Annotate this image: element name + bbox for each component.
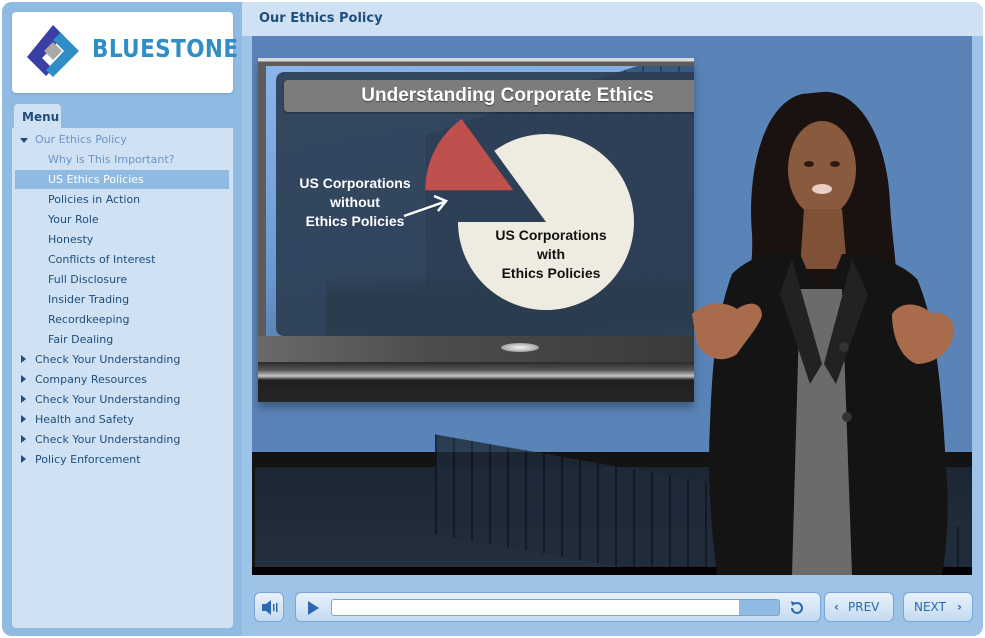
play-icon[interactable] — [308, 601, 319, 615]
prev-button[interactable]: ‹ PREV — [824, 592, 894, 622]
volume-button[interactable] — [254, 592, 284, 622]
caret-right-icon[interactable] — [21, 435, 26, 443]
pie-label-with: US Corporations with Ethics Policies — [476, 226, 626, 283]
video-player[interactable]: Understanding Corporate Ethics US Corpor… — [252, 36, 972, 575]
tv-stand — [258, 362, 694, 402]
logo: BLUESTONE — [12, 12, 238, 93]
sidebar-item-label: Health and Safety — [35, 413, 134, 426]
sidebar-item[interactable]: US Ethics Policies — [15, 170, 229, 189]
sidebar-item[interactable]: Check Your Understanding — [15, 430, 229, 449]
next-button[interactable]: NEXT › — [903, 592, 973, 622]
sidebar-item[interactable]: Honesty — [15, 230, 229, 249]
sidebar-item[interactable]: Check Your Understanding — [15, 350, 229, 369]
sidebar-item-label: US Ethics Policies — [48, 173, 144, 186]
chevron-left-icon: ‹ — [834, 600, 839, 614]
replay-icon[interactable] — [788, 599, 806, 617]
sidebar-item-label: Fair Dealing — [48, 333, 114, 346]
caret-down-icon[interactable] — [20, 138, 28, 143]
sidebar-item-label: Your Role — [48, 213, 99, 226]
caret-right-icon[interactable] — [21, 395, 26, 403]
chevron-right-icon: › — [957, 600, 962, 614]
sidebar-item[interactable]: Policy Enforcement — [15, 450, 229, 469]
sidebar-item[interactable]: Recordkeeping — [15, 310, 229, 329]
pie-label-line: Ethics Policies — [501, 265, 601, 281]
menu-panel: Our Ethics Policy Why is This Important? U… — [12, 128, 233, 628]
pie-label-line: Ethics Policies — [305, 213, 405, 229]
caret-right-icon[interactable] — [21, 355, 26, 363]
pie-label-line: with — [537, 246, 565, 262]
sidebar: BLUESTONE Menu Our Ethics Policy Why is T… — [2, 2, 242, 636]
sidebar-item[interactable]: Policies in Action — [15, 190, 229, 209]
sidebar-item-label: Insider Trading — [48, 293, 130, 306]
progress-fill — [332, 600, 739, 615]
sidebar-item[interactable]: Conflicts of Interest — [15, 250, 229, 269]
presenter-image — [692, 91, 955, 575]
sidebar-item-label: Company Resources — [35, 373, 148, 386]
pie-label-line: without — [330, 194, 380, 210]
sidebar-item-label: Full Disclosure — [48, 273, 128, 286]
sidebar-item[interactable]: Check Your Understanding — [15, 390, 229, 409]
bluestone-logo-icon — [27, 25, 79, 77]
tv-monitor: Understanding Corporate Ethics US Corpor… — [258, 58, 694, 402]
pie-label-line: US Corporations — [495, 227, 607, 243]
sidebar-item[interactable]: Insider Trading — [15, 290, 229, 309]
speaker-icon — [262, 600, 278, 615]
sidebar-item[interactable]: Health and Safety — [15, 410, 229, 429]
sidebar-item-label: Conflicts of Interest — [48, 253, 156, 266]
menu-tab[interactable]: Menu — [14, 104, 61, 130]
page-title: Our Ethics Policy — [259, 11, 383, 26]
sidebar-item[interactable]: Company Resources — [15, 370, 229, 389]
header: Our Ethics Policy — [242, 2, 983, 36]
tv-power-light — [501, 343, 539, 352]
sidebar-item[interactable]: Our Ethics Policy — [15, 130, 229, 149]
main-area: Our Ethics Policy Understanding Corporat… — [242, 2, 983, 636]
sidebar-item-label: Check Your Understanding — [35, 353, 181, 366]
tv-screen: Understanding Corporate Ethics US Corpor… — [266, 66, 694, 336]
tv-bezel — [258, 336, 694, 362]
sidebar-item-label: Why is This Important? — [48, 153, 175, 166]
sidebar-item[interactable]: Your Role — [15, 210, 229, 229]
caret-right-icon[interactable] — [21, 455, 26, 463]
sidebar-item-label: Check Your Understanding — [35, 433, 181, 446]
player-controls: ‹ PREV NEXT › — [242, 575, 983, 636]
caret-right-icon[interactable] — [21, 375, 26, 383]
brand-name: BLUESTONE — [92, 34, 239, 63]
sidebar-item-label: Honesty — [48, 233, 94, 246]
progress-bar[interactable] — [331, 599, 780, 616]
sidebar-item[interactable]: Full Disclosure — [15, 270, 229, 289]
pie-label-without: US Corporations without Ethics Policies — [290, 174, 420, 231]
prev-label: PREV — [848, 600, 880, 614]
sidebar-item-label: Policy Enforcement — [35, 453, 141, 466]
sidebar-item-label: Check Your Understanding — [35, 393, 181, 406]
app-frame: BLUESTONE Menu Our Ethics Policy Why is T… — [2, 2, 983, 636]
sidebar-item[interactable]: Fair Dealing — [15, 330, 229, 349]
caret-right-icon[interactable] — [21, 415, 26, 423]
playback-bar — [295, 592, 821, 622]
pie-label-line: US Corporations — [299, 175, 411, 191]
sidebar-item[interactable]: Why is This Important? — [15, 150, 229, 169]
next-label: NEXT — [914, 600, 946, 614]
sidebar-item-label: Recordkeeping — [48, 313, 130, 326]
sidebar-item-label: Our Ethics Policy — [35, 133, 127, 146]
sidebar-item-label: Policies in Action — [48, 193, 141, 206]
slide-panel: Understanding Corporate Ethics US Corpor… — [276, 72, 694, 336]
